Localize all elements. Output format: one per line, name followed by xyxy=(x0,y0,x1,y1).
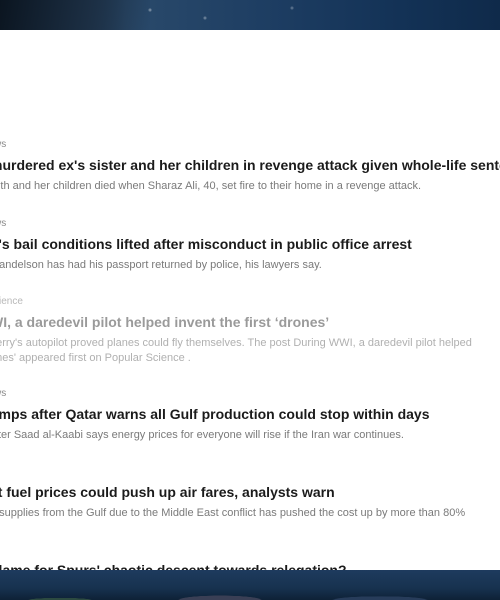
news-source: s xyxy=(0,465,500,479)
news-item[interactable]: s blame for Spurs' chaotic descent towar… xyxy=(0,543,500,570)
news-headline[interactable]: blame for Spurs' chaotic descent towards… xyxy=(0,561,500,570)
news-summary: o supplies from the Gulf due to the Midd… xyxy=(0,507,466,519)
news-item[interactable]: cience WI, a daredevil pilot helped inve… xyxy=(0,295,500,366)
desktop-wallpaper-top xyxy=(0,0,500,30)
news-summary: ister Saad al-Kaabi says energy prices f… xyxy=(0,429,404,441)
news-summary: Mandelson has had his passport returned … xyxy=(0,259,322,271)
news-feed-window: ws murdered ex's sister and her children… xyxy=(0,30,500,570)
desktop-wallpaper-bottom xyxy=(0,570,500,600)
news-item[interactable]: ws umps after Qatar warns all Gulf produ… xyxy=(0,387,500,443)
news-summary-line-2: ones' appeared first on Popular Science … xyxy=(0,352,191,364)
news-item[interactable]: ws murdered ex's sister and her children… xyxy=(0,138,500,194)
news-source: ws xyxy=(0,139,7,150)
news-source: ws xyxy=(0,218,7,229)
news-item[interactable]: ws n's bail conditions lifted after misc… xyxy=(0,217,500,273)
news-item[interactable]: s et fuel prices could push up air fares… xyxy=(0,465,500,521)
news-headline[interactable]: umps after Qatar warns all Gulf producti… xyxy=(0,405,500,423)
news-source: s xyxy=(0,543,500,557)
news-summary: perry's autopilot proved planes could fl… xyxy=(0,337,472,349)
news-headline[interactable]: WI, a daredevil pilot helped invent the … xyxy=(0,313,500,331)
news-headline[interactable]: et fuel prices could push up air fares, … xyxy=(0,483,500,501)
news-headline[interactable]: n's bail conditions lifted after miscond… xyxy=(0,235,500,253)
news-source: cience xyxy=(0,296,23,307)
news-summary: with and her children died when Sharaz A… xyxy=(0,180,422,192)
news-headline[interactable]: murdered ex's sister and her children in… xyxy=(0,156,500,174)
news-source: ws xyxy=(0,388,7,399)
